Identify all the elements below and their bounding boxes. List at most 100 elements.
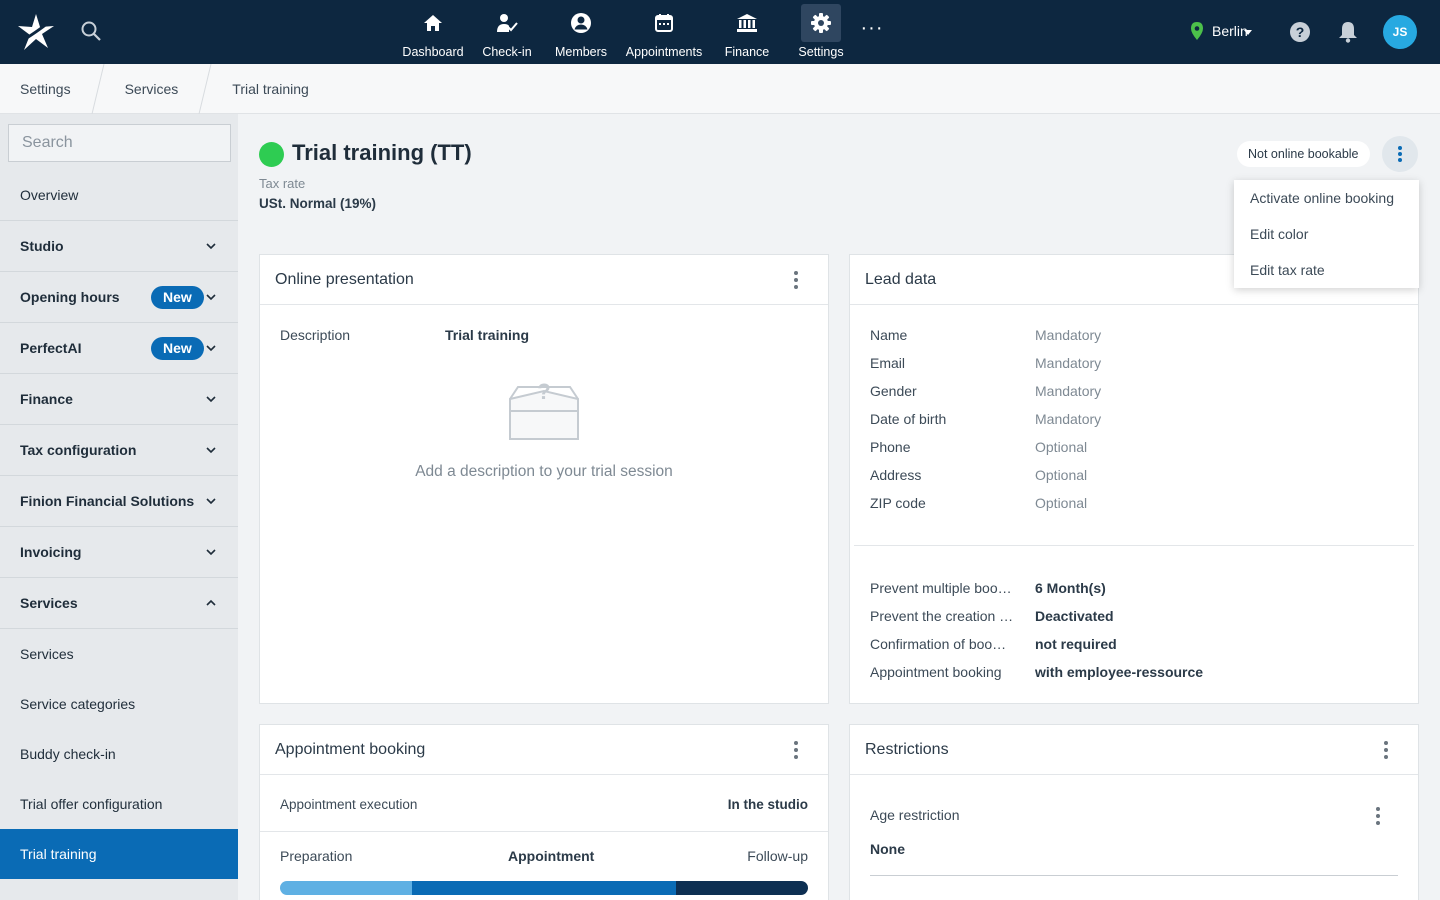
field-value: Mandatory xyxy=(1035,411,1102,427)
sidebar-item-perfectai[interactable]: PerfectAI New xyxy=(0,323,238,374)
lead-setting-row: Prevent the creation … Deactivated xyxy=(870,608,1400,628)
sidebar-item-overview[interactable]: Overview xyxy=(0,170,238,221)
menu-item-activate-online-booking[interactable]: Activate online booking xyxy=(1234,180,1419,216)
gear-icon xyxy=(811,13,831,33)
bank-icon xyxy=(737,14,757,32)
nav-check-in[interactable]: Check-in xyxy=(470,0,544,64)
follow-up-segment xyxy=(676,881,808,895)
main-nav: Dashboard Check-in Members Appointments … xyxy=(396,0,858,64)
phase-labels: Preparation Appointment Follow-up xyxy=(280,848,808,868)
breadcrumb-item[interactable]: Trial training xyxy=(212,64,329,114)
chevron-down-icon xyxy=(206,345,216,352)
sidebar-list: Overview Studio Opening hours New Perfect… xyxy=(0,170,238,879)
location-selector[interactable]: Berlin xyxy=(1190,22,1252,40)
kebab-icon[interactable] xyxy=(794,741,798,759)
chevron-down-icon xyxy=(206,447,216,454)
sidebar-subitem-service-categories[interactable]: Service categories xyxy=(0,679,238,729)
menu-item-edit-color[interactable]: Edit color xyxy=(1234,216,1419,252)
divider xyxy=(854,545,1414,546)
empty-state-text: Add a description to your trial session xyxy=(415,463,673,480)
field-label: Name xyxy=(870,327,908,343)
sidebar-item-label: Services xyxy=(20,646,74,662)
search-input[interactable] xyxy=(8,124,231,162)
members-icon xyxy=(571,13,591,33)
nav-label: Dashboard xyxy=(402,45,464,59)
lead-field-row: ZIP code Optional xyxy=(870,495,1400,515)
card-header: Online presentation xyxy=(260,255,828,305)
avatar[interactable]: JS xyxy=(1383,15,1417,49)
empty-box-icon: ? xyxy=(509,379,579,440)
sidebar-subitem-services[interactable]: Services xyxy=(0,629,238,679)
more-options-button[interactable] xyxy=(1382,136,1418,172)
sidebar-subitem-buddy-check-in[interactable]: Buddy check-in xyxy=(0,729,238,779)
chevron-down-icon xyxy=(206,498,216,505)
lead-setting-row: Confirmation of boo… not required xyxy=(870,636,1400,656)
preparation-label: Preparation xyxy=(280,848,353,864)
chevron-down-icon xyxy=(1243,29,1252,35)
sidebar-item-tax-configuration[interactable]: Tax configuration xyxy=(0,425,238,476)
field-label: Date of birth xyxy=(870,411,947,427)
lead-field-row: Address Optional xyxy=(870,467,1400,487)
setting-value: with employee-ressource xyxy=(1035,664,1204,680)
lead-field-row: Name Mandatory xyxy=(870,327,1400,347)
sidebar-item-label: Service categories xyxy=(20,696,136,712)
menu-item-edit-tax-rate[interactable]: Edit tax rate xyxy=(1234,252,1419,288)
appointment-booking-card: Appointment booking Appointment executio… xyxy=(259,724,829,900)
sidebar-item-studio[interactable]: Studio xyxy=(0,221,238,272)
nav-label: Check-in xyxy=(482,45,532,59)
nav-dashboard[interactable]: Dashboard xyxy=(396,0,470,64)
breadcrumb: Settings Services Trial training xyxy=(0,63,1440,114)
sidebar-item-label: Trial training xyxy=(20,846,97,862)
kebab-icon[interactable] xyxy=(794,271,798,289)
location-label: Berlin xyxy=(1212,23,1248,39)
sidebar-subitem-trial-offer-configuration[interactable]: Trial offer configuration xyxy=(0,779,238,829)
nav-appointments[interactable]: Appointments xyxy=(618,0,710,64)
kebab-icon[interactable] xyxy=(1376,807,1380,825)
logo-icon[interactable] xyxy=(16,12,56,52)
sidebar-item-label: Invoicing xyxy=(20,544,82,560)
card-title: Appointment booking xyxy=(275,740,426,758)
age-restriction-label: Age restriction xyxy=(870,807,960,823)
sidebar-item-label: Tax configuration xyxy=(20,442,137,458)
kebab-icon[interactable] xyxy=(1384,741,1388,759)
description-row: Description Trial training xyxy=(280,327,810,347)
lead-setting-row: Prevent multiple boo… 6 Month(s) xyxy=(870,580,1400,600)
card-title: Online presentation xyxy=(275,270,414,288)
age-restriction-value-row: None xyxy=(870,841,1400,861)
breadcrumb-separator xyxy=(91,63,105,114)
sidebar-item-invoicing[interactable]: Invoicing xyxy=(0,527,238,578)
sidebar-item-label: Finion Financial Solutions xyxy=(20,493,195,509)
page-title: Trial training (TT) xyxy=(292,140,472,165)
setting-value: 6 Month(s) xyxy=(1035,580,1106,596)
nav-members[interactable]: Members xyxy=(544,0,618,64)
bell-icon[interactable] xyxy=(1338,21,1358,43)
nav-label: Finance xyxy=(724,45,770,59)
lead-setting-row: Appointment booking with employee-ressour… xyxy=(870,664,1400,684)
calendar-icon xyxy=(655,14,673,32)
sidebar-item-label: Overview xyxy=(20,187,79,203)
field-value: Optional xyxy=(1035,439,1088,455)
nav-settings[interactable]: Settings xyxy=(784,0,858,64)
nav-finance[interactable]: Finance xyxy=(710,0,784,64)
field-label: Phone xyxy=(870,439,911,455)
divider xyxy=(870,875,1398,876)
breadcrumb-item[interactable]: Services xyxy=(105,64,199,114)
sidebar-item-finion[interactable]: Finion Financial Solutions xyxy=(0,476,238,527)
appointment-segment xyxy=(412,881,676,895)
chevron-down-icon xyxy=(206,549,216,556)
follow-up-label: Follow-up xyxy=(747,848,808,864)
search-icon[interactable] xyxy=(80,20,102,42)
sidebar-item-opening-hours[interactable]: Opening hours New xyxy=(0,272,238,323)
sidebar-item-finance[interactable]: Finance xyxy=(0,374,238,425)
nav-label: Settings xyxy=(798,45,844,59)
sidebar-subitem-trial-training[interactable]: Trial training xyxy=(0,829,238,879)
sidebar-item-label: Opening hours xyxy=(20,289,120,305)
breadcrumb-item[interactable]: Settings xyxy=(0,64,91,114)
setting-label: Appointment booking xyxy=(870,664,1002,680)
online-status-badge: Not online bookable xyxy=(1237,141,1370,167)
help-icon[interactable]: ? xyxy=(1289,21,1311,43)
phase-bar xyxy=(280,881,808,895)
age-restriction-row: Age restriction xyxy=(870,807,1400,827)
more-icon[interactable]: ··· xyxy=(858,18,886,41)
sidebar-item-services[interactable]: Services xyxy=(0,578,238,629)
